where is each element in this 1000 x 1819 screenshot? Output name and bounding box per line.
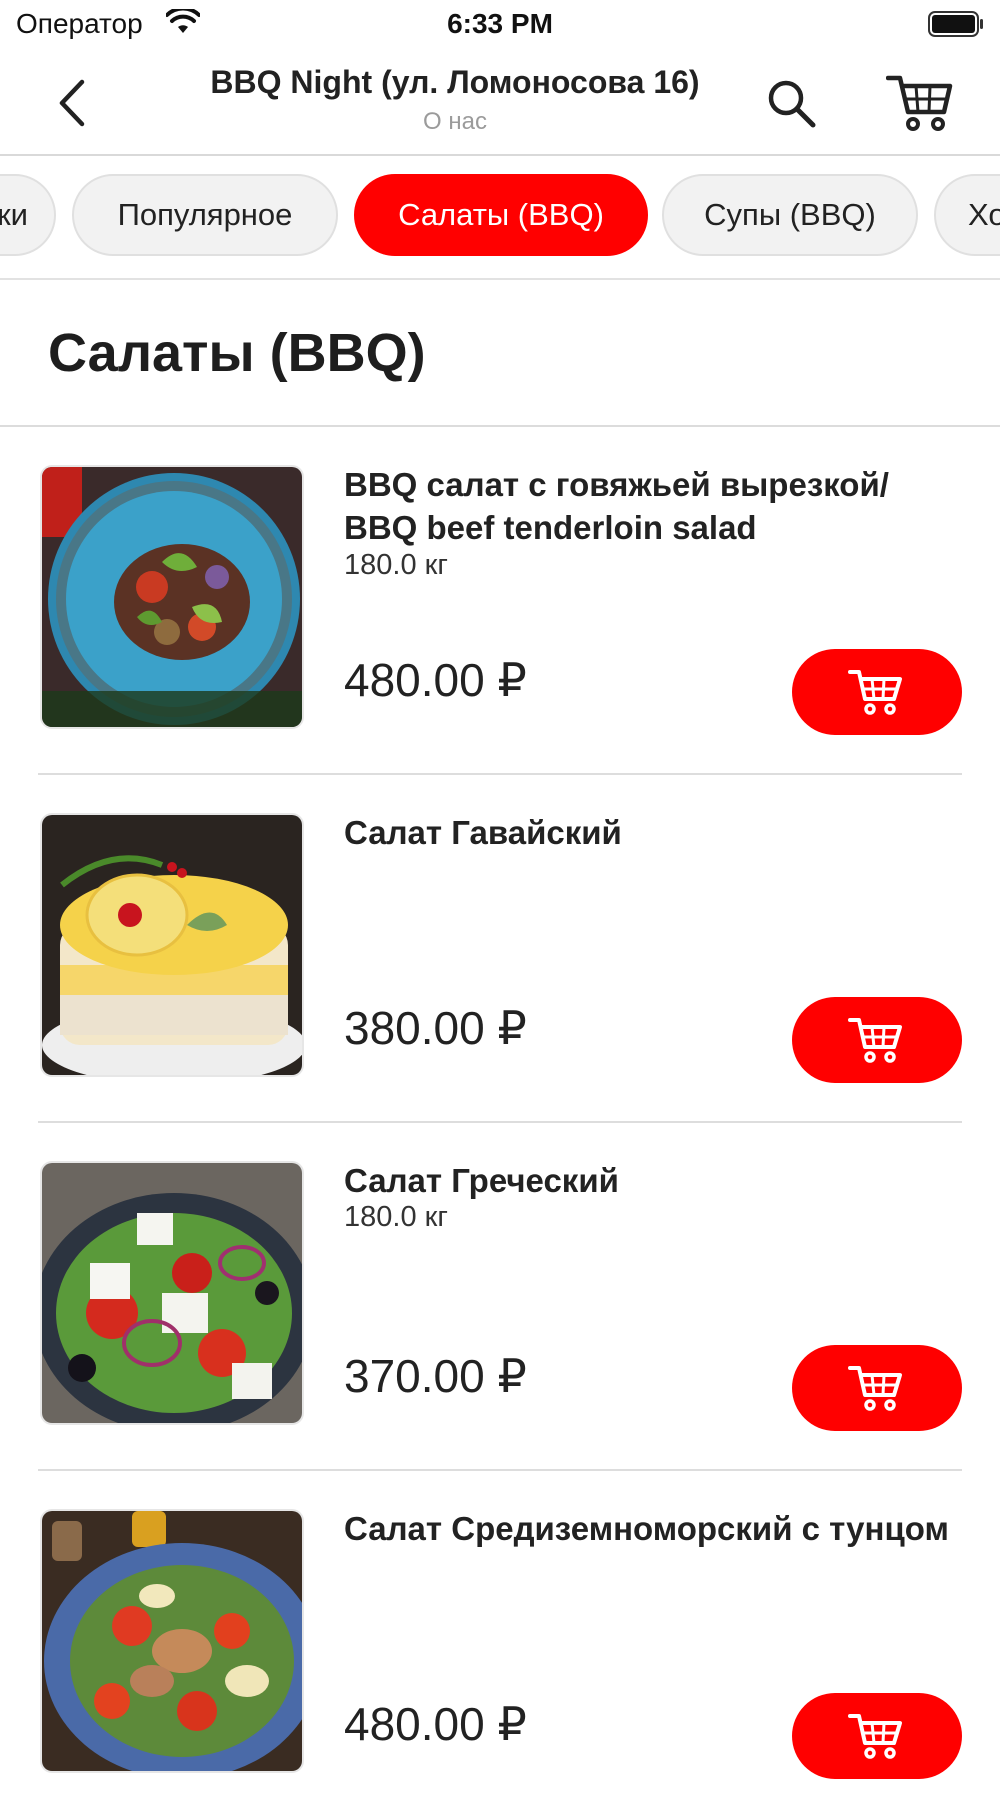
chevron-left-icon [59,79,85,127]
product-price: 370.00 ₽ [344,1350,527,1402]
add-to-cart-button[interactable] [792,1345,962,1431]
cart-icon [848,1366,902,1411]
product-row[interactable]: Салат Гавайский 380.00 ₽ [0,775,1000,1123]
tab-drinks[interactable]: Напитки [0,174,56,256]
cart-icon [848,1714,902,1759]
clock: 6:33 PM [447,8,553,39]
product-price: 480.00 ₽ [344,654,527,706]
nav-bar: BBQ Night (ул. Ломоносова 16) О нас [0,52,1000,156]
salad-tuna-photo [40,1509,304,1773]
battery-icon [928,11,983,37]
back-button[interactable] [48,74,98,132]
search-icon [768,80,816,128]
salad-greek-photo [40,1161,304,1425]
salad-beef-photo [40,465,304,729]
product-price: 380.00 ₽ [344,1002,527,1054]
product-row[interactable]: Салат Средиземноморский с тунцом 480.00 … [0,1471,1000,1819]
cart-button[interactable] [885,70,956,136]
tab-salads-bbq[interactable]: Салаты (BBQ) [354,174,648,256]
add-to-cart-button[interactable] [792,649,962,735]
product-name: Салат Средиземноморский с тунцом [344,1510,949,1547]
tab-cold-appetizers[interactable]: Холодные закуски [934,174,1000,256]
product-price: 480.00 ₽ [344,1698,527,1750]
page-title: BBQ Night (ул. Ломоносова 16) [210,64,700,100]
section-header: Салаты (BBQ) [0,280,1000,427]
cart-icon [848,1018,902,1063]
status-bar: Оператор 6:33 PM [0,0,1000,52]
product-row[interactable]: BBQ салат с говяжьей вырезкой/ BBQ beef … [0,427,1000,775]
salad-hawaiian-photo [40,813,304,1077]
cart-icon [885,75,953,131]
product-name: Салат Гавайский [344,814,622,851]
product-name: Салат Греческий [344,1162,619,1199]
product-weight: 180.0 кг [344,1201,448,1233]
product-name: BBQ салат с говяжьей вырезкой/ BBQ beef … [344,466,889,546]
tab-soups-bbq[interactable]: Супы (BBQ) [662,174,918,256]
search-button[interactable] [762,74,822,134]
add-to-cart-button[interactable] [792,997,962,1083]
product-row[interactable]: Салат Греческий 180.0 кг 370.00 ₽ [0,1123,1000,1471]
add-to-cart-button[interactable] [792,1693,962,1779]
product-weight: 180.0 кг [344,549,448,581]
cart-icon [848,670,902,715]
tab-popular[interactable]: Популярное [72,174,338,256]
about-link[interactable]: О нас [150,108,760,136]
section-title: Салаты (BBQ) [48,323,426,383]
category-tabs: Напитки Популярное Салаты (BBQ) Супы (BB… [0,156,1000,280]
